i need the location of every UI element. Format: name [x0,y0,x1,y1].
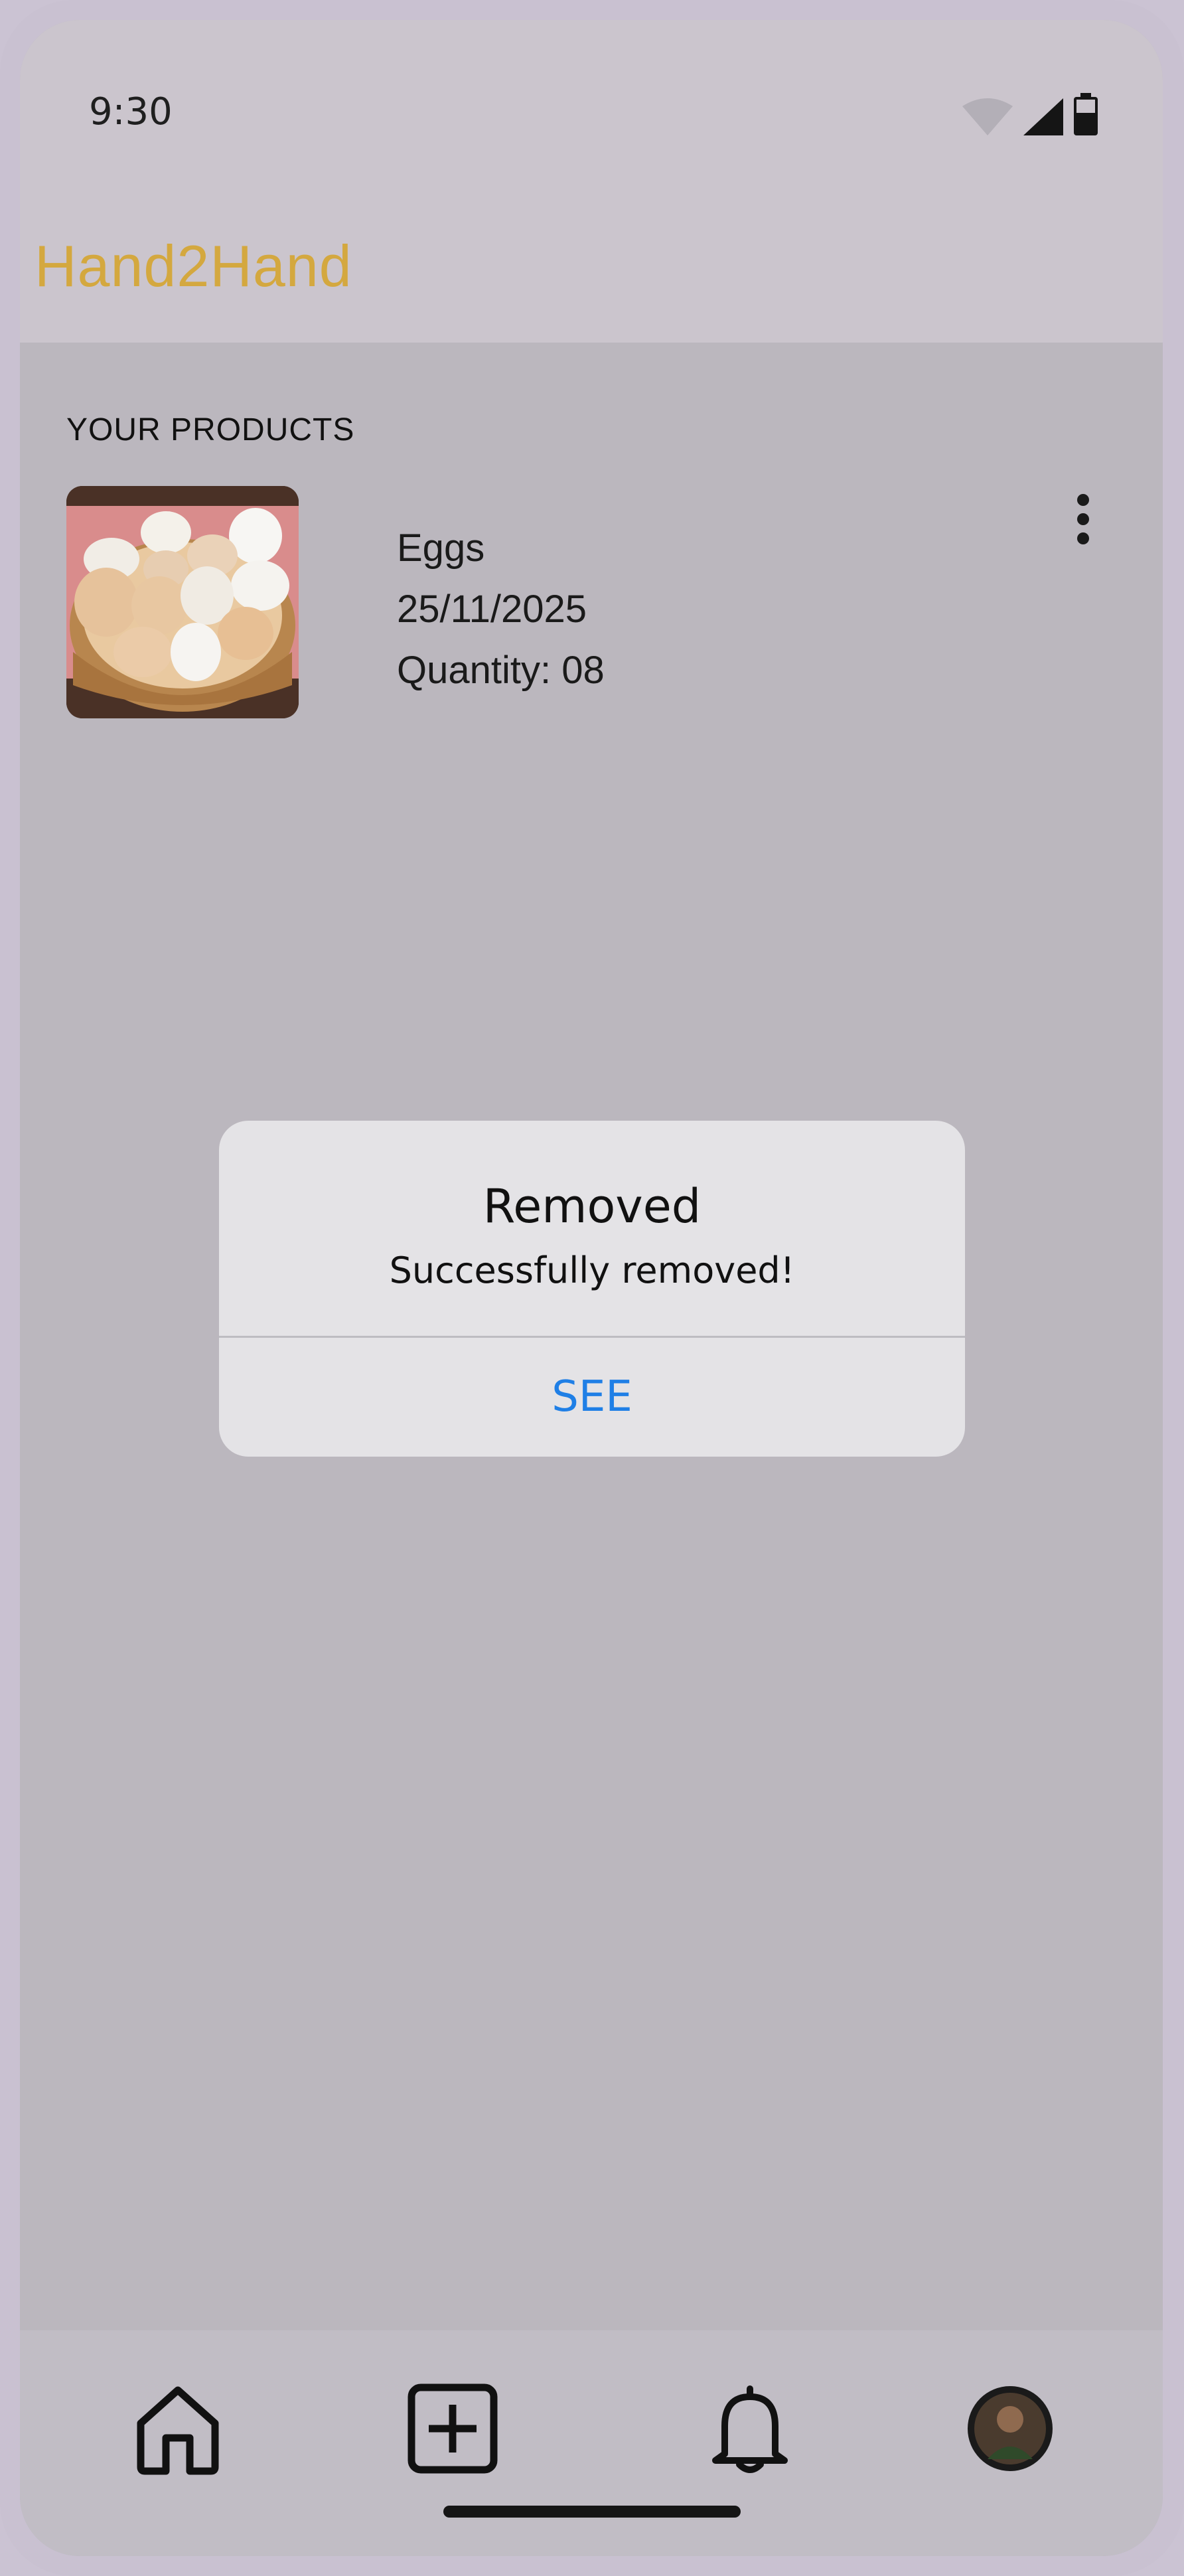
wifi-icon [962,98,1013,135]
see-button[interactable]: SEE [219,1338,965,1457]
section-title: YOUR PRODUCTS [66,412,355,447]
battery-icon [1074,93,1098,135]
more-options-icon[interactable] [1070,494,1096,547]
eggs-basket-image [66,486,299,718]
top-app-bar: 9:30 Hand2Hand [20,20,1163,343]
dialog-message: Successfully removed! [389,1249,795,1291]
product-details: Eggs 25/11/2025 Quantity: 08 [397,518,605,701]
status-time: 9:30 [89,90,173,133]
product-quantity: Quantity: 08 [397,649,605,692]
status-icons [961,93,1099,137]
app-title: Hand2Hand [35,233,352,299]
dialog-title: Removed [482,1179,702,1234]
device-frame: 9:30 Hand2Hand YOUR PRODUCTS Eggs 25/11/… [0,0,1184,2576]
signal-icon [1023,98,1063,135]
product-list-item[interactable]: Eggs 25/11/2025 Quantity: 08 [66,486,1115,718]
product-date: 25/11/2025 [397,588,587,631]
bottom-navigation [20,2330,1163,2556]
home-icon [137,2386,219,2475]
nav-home[interactable] [131,2382,224,2475]
home-indicator[interactable] [443,2506,741,2518]
nav-add-product[interactable] [406,2382,499,2475]
product-image [66,486,299,718]
screen: 9:30 Hand2Hand YOUR PRODUCTS Eggs 25/11/… [20,20,1163,2556]
add-box-icon [407,2383,498,2474]
product-name: Eggs [397,526,485,570]
removed-alert-dialog: Removed Successfully removed! SEE [219,1121,965,1457]
bell-icon [712,2385,788,2473]
nav-profile[interactable] [964,2382,1057,2475]
profile-avatar [968,2386,1053,2471]
nav-notifications[interactable] [703,2382,796,2475]
